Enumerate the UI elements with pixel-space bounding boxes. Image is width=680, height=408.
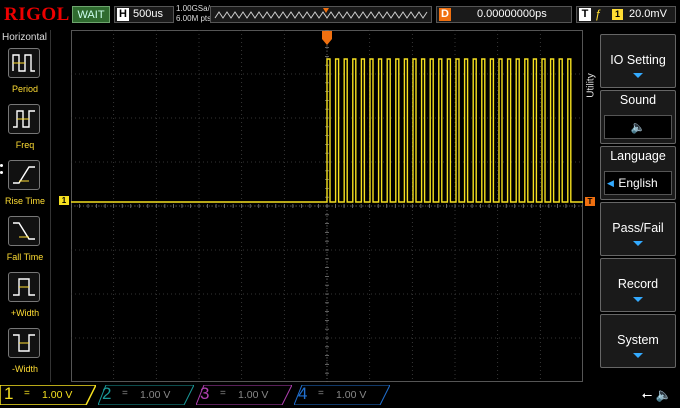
channel-1-scale: 1.00 V — [42, 389, 73, 401]
memory-depth: 6.00M pts — [176, 14, 212, 23]
chevron-left-icon: ◀ — [607, 178, 614, 188]
trigger-arrow-icon — [322, 31, 332, 45]
chevron-down-icon — [633, 297, 643, 302]
timebase-indicator[interactable]: H 500us — [114, 6, 174, 23]
language-label: Language — [610, 149, 666, 163]
delay-letter: D — [439, 8, 451, 21]
run-status-badge[interactable]: WAIT — [72, 6, 110, 23]
positive-width-icon — [13, 278, 35, 296]
channel-4-tab[interactable]: 4 = 1.00 V — [294, 384, 390, 405]
utility-menu-title: Utility — [584, 30, 598, 382]
system-button[interactable]: System — [600, 314, 676, 368]
speaker-icon: 🔈 — [655, 387, 672, 402]
rise-time-icon — [13, 166, 35, 184]
speaker-icon: 🔈 — [604, 115, 672, 139]
freq-label: Freq — [15, 140, 35, 150]
channel-3-number: 3 — [200, 384, 210, 403]
rise-time-label: Rise Time — [4, 196, 45, 206]
io-setting-label: IO Setting — [610, 53, 666, 67]
delay-indicator[interactable]: D 0.00000000ps — [436, 6, 572, 23]
chevron-down-icon — [633, 353, 643, 358]
channel-3-scale: 1.00 V — [238, 389, 269, 401]
trigger-letter: T — [579, 8, 591, 21]
waveform-display[interactable] — [70, 29, 583, 382]
sound-button[interactable]: Sound 🔈 — [600, 90, 676, 144]
channel-2-coupling: = — [122, 388, 128, 399]
rigol-logo: RIGOL — [4, 4, 70, 25]
rise-time-button[interactable] — [8, 160, 40, 190]
language-value-text: English — [618, 176, 658, 190]
channel-1-number: 1 — [4, 384, 14, 403]
chevron-down-icon — [633, 241, 643, 246]
channel-2-number: 2 — [102, 384, 112, 403]
horizontal-measure-menu: Horizontal Period Freq Rise Time Fall Ti… — [0, 30, 51, 382]
fall-time-label: Fall Time — [6, 252, 44, 262]
memory-trigger-marker — [323, 8, 329, 13]
period-label: Period — [11, 84, 38, 94]
delay-value: 0.00000000ps — [477, 8, 547, 20]
channel-4-coupling: = — [318, 388, 324, 399]
channel-2-tab[interactable]: 2 = 1.00 V — [98, 384, 194, 405]
period-icon — [12, 54, 35, 72]
memory-position-bar[interactable] — [210, 6, 432, 23]
timebase-value: 500us — [133, 8, 163, 20]
fall-time-icon — [13, 222, 35, 240]
utility-title-text: Utility — [585, 73, 597, 98]
menu-title: Horizontal — [2, 32, 48, 43]
channel-4-scale: 1.00 V — [336, 389, 367, 401]
sample-rate: 1.00GSa/s — [176, 4, 214, 13]
chevron-down-icon — [633, 73, 643, 78]
ch1-waveform — [71, 58, 583, 203]
pass-fail-label: Pass/Fail — [612, 221, 664, 235]
positive-width-label: +Width — [10, 308, 40, 318]
channel-1-tab[interactable]: 1 = 1.00 V — [0, 384, 96, 405]
rising-edge-icon: ƒ — [595, 7, 602, 21]
language-button[interactable]: Language ◀ English — [600, 146, 676, 200]
channel-1-coupling: = — [24, 388, 30, 399]
timebase-letter: H — [117, 8, 129, 21]
graticule — [70, 29, 583, 382]
sound-label: Sound — [619, 93, 657, 107]
freq-button[interactable] — [8, 104, 40, 134]
system-label: System — [617, 333, 659, 347]
page-dot-icon — [0, 171, 3, 174]
negative-width-icon — [13, 334, 35, 352]
status-icons: ⭠ 🔈 — [642, 387, 672, 403]
channel-3-coupling: = — [220, 388, 226, 399]
positive-width-button[interactable] — [8, 272, 40, 302]
ch1-offset-marker[interactable]: 1 — [59, 196, 69, 205]
freq-icon — [13, 110, 35, 128]
record-button[interactable]: Record — [600, 258, 676, 312]
trigger-level-value: 20.0mV — [629, 8, 667, 20]
negative-width-button[interactable] — [8, 328, 40, 358]
page-dot-icon — [0, 164, 3, 167]
channel-bar: 1 = 1.00 V 2 = 1.00 V 3 = 1.00 V 4 = 1.0… — [0, 382, 680, 408]
channel-2-scale: 1.00 V — [140, 389, 171, 401]
usb-icon: ⭠ — [641, 387, 653, 402]
io-setting-button[interactable]: IO Setting — [600, 34, 676, 88]
channel-3-tab[interactable]: 3 = 1.00 V — [196, 384, 292, 405]
trigger-source-badge: 1 — [612, 9, 623, 20]
pass-fail-button[interactable]: Pass/Fail — [600, 202, 676, 256]
negative-width-label: -Width — [11, 364, 38, 374]
trigger-indicator[interactable]: T ƒ 1 20.0mV — [576, 6, 676, 23]
record-label: Record — [617, 277, 659, 291]
memory-waveform-preview — [214, 8, 428, 19]
fall-time-button[interactable] — [8, 216, 40, 246]
status-bar: RIGOL WAIT H 500us 1.00GSa/s 6.00M pts D… — [0, 0, 680, 30]
channel-4-number: 4 — [298, 384, 308, 403]
period-button[interactable] — [8, 48, 40, 78]
language-value: ◀ English — [604, 171, 672, 195]
trigger-position-marker[interactable] — [322, 31, 332, 45]
